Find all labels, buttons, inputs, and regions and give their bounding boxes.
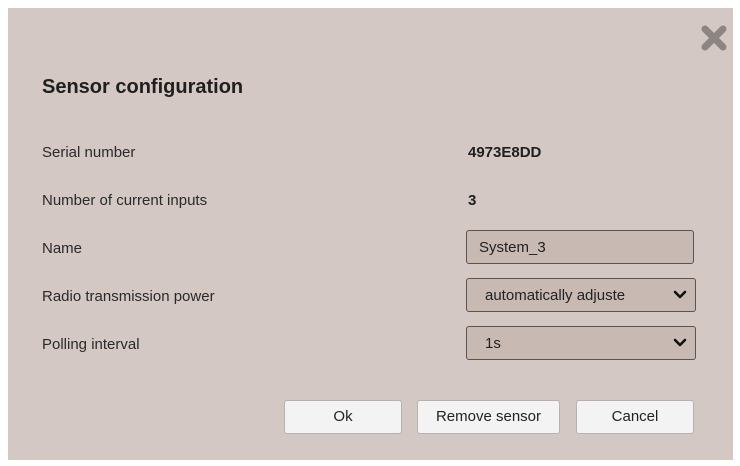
dialog-title: Sensor configuration: [42, 76, 244, 98]
radio-power-select[interactable]: automatically adjuste: [466, 278, 696, 312]
sensor-configuration-dialog: Sensor configuration Serial number 4973E…: [8, 8, 733, 460]
polling-interval-label: Polling interval: [42, 336, 140, 353]
cancel-button[interactable]: Cancel: [576, 400, 694, 434]
ok-button[interactable]: Ok: [284, 400, 402, 434]
name-label: Name: [42, 240, 83, 257]
current-inputs-value: 3: [468, 192, 477, 209]
chevron-down-icon: [673, 290, 687, 299]
current-inputs-label: Number of current inputs: [42, 192, 208, 209]
name-input[interactable]: [466, 230, 694, 264]
polling-interval-select[interactable]: 1s: [466, 326, 696, 360]
close-icon: [701, 25, 727, 51]
close-button[interactable]: [698, 22, 730, 54]
radio-power-label: Radio transmission power: [42, 288, 215, 305]
serial-number-label: Serial number: [42, 144, 136, 161]
remove-sensor-button[interactable]: Remove sensor: [417, 400, 560, 434]
serial-number-value: 4973E8DD: [468, 144, 542, 161]
radio-power-selected-value: automatically adjuste: [485, 287, 626, 304]
polling-interval-selected-value: 1s: [485, 335, 501, 352]
chevron-down-icon: [673, 338, 687, 347]
